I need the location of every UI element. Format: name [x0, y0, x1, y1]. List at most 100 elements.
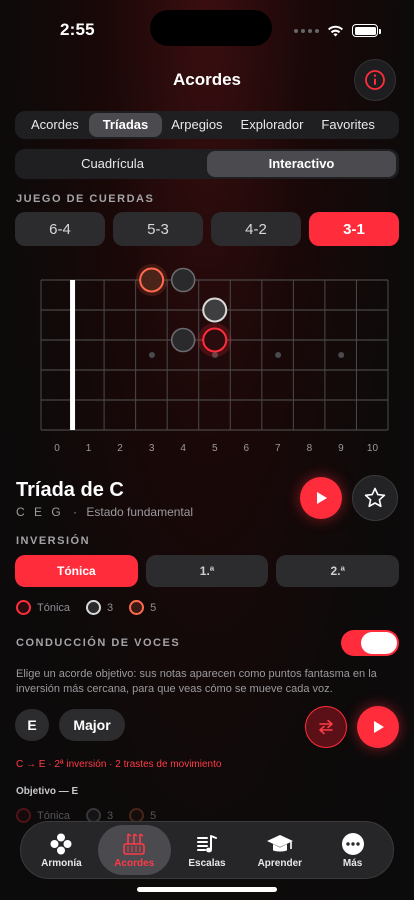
target-root-picker[interactable]: E: [15, 709, 49, 741]
tab-favorites[interactable]: Favorites: [312, 113, 383, 137]
scales-icon: [196, 834, 217, 852]
nut: [70, 280, 76, 430]
voice-leading-description: Elige un acorde objetivo: sus notas apar…: [16, 668, 377, 695]
bottom-tab-bar: Armonía Acordes Escalas Aprender Más: [20, 821, 394, 879]
tabbar-label-acordes: Acordes: [114, 857, 155, 869]
play-icon: [374, 721, 384, 733]
string-set-label: JUEGO DE CUERDAS: [16, 193, 155, 205]
legend-third-label: 3: [107, 601, 114, 614]
string-set-3-1-button[interactable]: 3-1: [309, 212, 399, 246]
fret-number: 1: [86, 443, 92, 454]
play-target-button[interactable]: [357, 706, 399, 748]
inversion-second-button[interactable]: 2.ª: [276, 555, 400, 587]
favorite-button[interactable]: [352, 475, 398, 521]
home-indicator: [137, 887, 277, 892]
fret-inlay-dot: [275, 352, 282, 358]
tabbar-label-escalas: Escalas: [188, 857, 226, 869]
tabbar-item-escalas[interactable]: Escalas: [171, 825, 244, 875]
status-time: 2:55: [60, 20, 95, 39]
string-set-6-4-button[interactable]: 6-4: [15, 212, 105, 246]
inversion-root-button[interactable]: Tónica: [15, 555, 138, 587]
tab-arpegios[interactable]: Arpegios: [162, 113, 231, 137]
status-bar: 2:55: [0, 0, 414, 56]
play-chord-button[interactable]: [300, 477, 342, 519]
tabbar-label-mas: Más: [342, 857, 363, 869]
star-icon: [364, 487, 386, 508]
page-title: Acordes: [172, 70, 242, 89]
target-quality-picker[interactable]: Major: [59, 709, 125, 741]
graduation-cap-icon: [266, 834, 293, 851]
inversion-selector: Tónica 1.ª 2.ª: [15, 555, 400, 587]
fret-number: 3: [149, 443, 155, 454]
legend-fifth: 5: [129, 600, 156, 615]
fret-inlay-dot: [148, 352, 155, 358]
inversion-first-button[interactable]: 1.ª: [145, 555, 269, 587]
swap-chords-button[interactable]: [305, 706, 347, 748]
fret-number: 4: [180, 443, 186, 454]
fretboard[interactable]: 0 1 2 3 4 5 6 7 8 9 10: [0, 262, 414, 462]
target-legend-root-label: Tónica: [37, 809, 71, 822]
fret-number: 0: [54, 443, 60, 454]
info-button[interactable]: [354, 59, 396, 101]
target-label: Objetivo — E: [16, 786, 79, 797]
fret-number: 7: [275, 443, 281, 454]
target-legend-third-label: 3: [107, 809, 114, 822]
fret-number: 8: [307, 443, 313, 454]
signal-icon: [294, 28, 319, 33]
more-icon: [341, 832, 364, 855]
target-legend-root-dot: [16, 808, 31, 823]
wifi-icon: [328, 25, 343, 37]
note-legend: Tónica 3 5: [16, 600, 166, 615]
tabbar-label-armonia: Armonía: [41, 857, 82, 869]
note-third: [202, 297, 228, 323]
inversion-label: INVERSIÓN: [16, 535, 91, 547]
legend-third-dot: [86, 600, 102, 615]
tab-acordes[interactable]: Acordes: [18, 113, 89, 137]
fret-number: 6: [243, 443, 249, 454]
note-root: [202, 327, 228, 353]
note-ghost: [170, 267, 196, 293]
tabbar-item-mas[interactable]: Más: [316, 825, 389, 875]
note-ghost: [170, 327, 196, 353]
view-interactive-option[interactable]: Interactivo: [207, 151, 396, 177]
tabbar-label-aprender: Aprender: [257, 857, 303, 869]
chord-subtitle: C E G · Estado fundamental: [16, 505, 193, 519]
legend-root-label: Tónica: [37, 601, 71, 614]
dynamic-island: [150, 10, 272, 46]
legend-fifth-dot: [129, 600, 145, 615]
view-grid-option[interactable]: Cuadrícula: [18, 151, 207, 177]
screen: 2:55 Acordes Acordes Tríadas Arpegios Ex…: [0, 0, 414, 900]
voice-leading-label: CONDUCCIÓN DE VOCES: [16, 637, 181, 649]
legend-third: 3: [86, 600, 113, 615]
tabbar-item-aprender[interactable]: Aprender: [243, 825, 316, 875]
chords-icon: [123, 832, 145, 855]
note-fifth: [139, 267, 165, 293]
fret-number: 10: [367, 443, 379, 454]
toggle-knob: [361, 632, 397, 654]
chord-position: Estado fundamental: [86, 505, 194, 519]
legend-fifth-label: 5: [150, 601, 157, 614]
chord-notes: C E G: [16, 505, 64, 519]
tab-explorador[interactable]: Explorador: [232, 113, 313, 137]
fret-number: 9: [338, 443, 344, 454]
target-legend-fifth-label: 5: [150, 809, 157, 822]
harmony-icon: [50, 833, 72, 854]
chord-name: Tríada de C: [16, 479, 124, 501]
info-icon: [365, 70, 385, 90]
legend-root: Tónica: [16, 600, 70, 615]
status-icons: [294, 24, 381, 37]
legend-root-dot: [16, 600, 31, 615]
voice-leading-toggle[interactable]: [341, 630, 399, 656]
play-icon: [317, 492, 327, 504]
tab-triadas[interactable]: Tríadas: [88, 113, 163, 137]
string-set-5-3-button[interactable]: 5-3: [113, 212, 203, 246]
fret-inlay-dot: [338, 352, 345, 358]
chord-separator: ·: [73, 505, 78, 519]
string-set-4-2-button[interactable]: 4-2: [211, 212, 301, 246]
category-tabs: Acordes Tríadas Arpegios Explorador Favo…: [15, 111, 399, 139]
fret-number: 2: [117, 443, 123, 454]
battery-icon: [352, 24, 381, 37]
tabbar-item-armonia[interactable]: Armonía: [25, 825, 98, 875]
tabbar-item-acordes[interactable]: Acordes: [97, 825, 171, 875]
view-mode-toggle: Cuadrícula Interactivo: [15, 149, 399, 179]
